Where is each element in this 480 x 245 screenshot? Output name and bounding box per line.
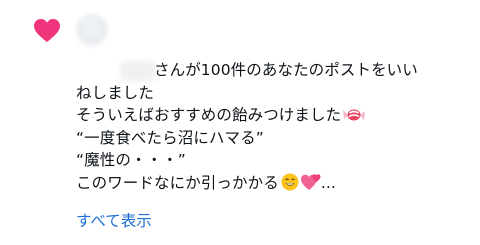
grinning-face-emoji [281, 173, 299, 191]
text-line-3: そういえばおすすめの飴みつけました [76, 104, 474, 127]
avatar[interactable] [76, 14, 108, 46]
text-line-4: “一度食べたら沼にハマる” [76, 128, 264, 147]
text-line-1: さんが100件のあなたのポストをいい [154, 61, 418, 79]
notification-text: さんが100件のあなたのポストをいい ねしました そういえばおすすめの飴みつけま… [76, 59, 474, 195]
two-hearts-emoji [300, 174, 321, 190]
text-line-5: “魔性の・・・” [76, 151, 186, 170]
notification-item[interactable]: さんが100件のあなたのポストをいい ねしました そういえばおすすめの飴みつけま… [0, 0, 480, 245]
heart-icon [34, 19, 60, 42]
text-line-6: このワードなにか引っかかる ... [76, 173, 336, 192]
text-line-2: ねしました [76, 83, 155, 102]
candy-emoji [343, 109, 366, 121]
show-all-link[interactable]: すべて表示 [76, 209, 152, 231]
